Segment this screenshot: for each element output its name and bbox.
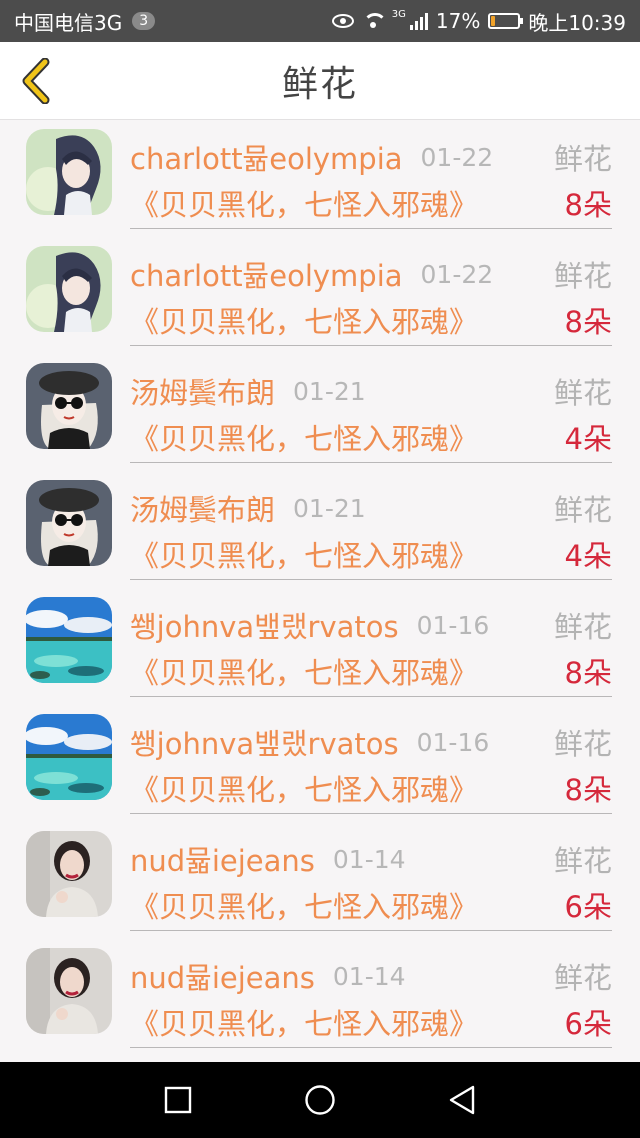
gift-record-row[interactable]: 쐥johnva뱊랬rvatos 01-16 鲜花《贝贝黑化，七怪入邪魂》 8朵 bbox=[0, 589, 640, 706]
book-title[interactable]: 《贝贝黑化，七怪入邪魂》 bbox=[130, 1001, 478, 1043]
gift-count: 4朵 bbox=[564, 539, 612, 573]
user-name[interactable]: nud뮯iejeans bbox=[130, 955, 315, 997]
user-name[interactable]: nud뮯iejeans bbox=[130, 838, 315, 880]
record-date: 01-21 bbox=[293, 376, 366, 406]
row-content: charlott뮮eolympia 01-22 鲜花《贝贝黑化，七怪入邪魂》 8朵 bbox=[130, 121, 612, 229]
user-name[interactable]: 쐥johnva뱊랬rvatos bbox=[130, 721, 399, 763]
gift-count: 4朵 bbox=[564, 422, 612, 456]
gift-record-row[interactable]: 쐥johnva뱊랬rvatos 01-16 鲜花《贝贝黑化，七怪入邪魂》 8朵 bbox=[0, 706, 640, 823]
gift-count: 8朵 bbox=[564, 656, 612, 690]
book-title[interactable]: 《贝贝黑化，七怪入邪魂》 bbox=[130, 650, 478, 692]
chevron-left-icon bbox=[22, 58, 50, 104]
header: 鲜花 bbox=[0, 42, 640, 120]
carrier-text: 中国电信3G bbox=[14, 10, 123, 35]
avatar[interactable] bbox=[26, 246, 112, 332]
row-content: 쐥johnva뱊랬rvatos 01-16 鲜花《贝贝黑化，七怪入邪魂》 8朵 bbox=[130, 589, 612, 697]
record-date: 01-14 bbox=[332, 961, 406, 991]
eye-icon bbox=[331, 14, 354, 28]
user-name[interactable]: 汤姆鬓布朗 bbox=[130, 370, 275, 412]
avatar[interactable] bbox=[26, 129, 112, 215]
network-label: 3G bbox=[391, 8, 406, 20]
gift-count: 6朵 bbox=[564, 890, 612, 924]
battery-percent: 17% bbox=[435, 9, 481, 33]
gift-type: 鲜花 bbox=[553, 727, 612, 761]
gift-record-row[interactable]: 汤姆鬓布朗 01-21 鲜花《贝贝黑化，七怪入邪魂》 4朵 bbox=[0, 472, 640, 589]
gift-type: 鲜花 bbox=[553, 844, 612, 878]
record-date: 01-16 bbox=[416, 727, 490, 757]
book-title[interactable]: 《贝贝黑化，七怪入邪魂》 bbox=[130, 533, 478, 575]
gift-list: charlott뮮eolympia 01-22 鲜花 《贝贝黑化，七怪入邪魂》 8朵 ch… bbox=[0, 121, 640, 1057]
row-content: charlott뮮eolympia 01-22 鲜花《贝贝黑化，七怪入邪魂》 8朵 bbox=[130, 238, 612, 346]
recent-apps-button[interactable] bbox=[107, 1062, 249, 1138]
signal-icon bbox=[409, 12, 428, 30]
gift-count: 8朵 bbox=[564, 305, 612, 339]
book-title[interactable]: 《贝贝黑化，七怪入邪魂》 bbox=[130, 767, 478, 809]
back-nav-button[interactable] bbox=[391, 1062, 533, 1138]
record-date: 01-14 bbox=[332, 844, 406, 874]
status-bar: 中国电信3G 3 3G 17% 晚上10:39 bbox=[0, 0, 640, 42]
gift-record-row[interactable]: charlott뮮eolympia 01-22 鲜花《贝贝黑化，七怪入邪魂》 8朵 bbox=[0, 238, 640, 355]
triangle-back-icon bbox=[449, 1085, 475, 1115]
gift-count: 6朵 bbox=[564, 1007, 612, 1041]
wifi-icon bbox=[362, 13, 387, 29]
row-content: nud뮯iejeans 01-14 鲜花《贝贝黑化，七怪入邪魂》 6朵 bbox=[130, 940, 612, 1048]
circle-icon bbox=[305, 1085, 335, 1115]
record-date: 01-16 bbox=[416, 610, 490, 640]
row-content: nud뮯iejeans 01-14 鲜花《贝贝黑化，七怪入邪魂》 6朵 bbox=[130, 823, 612, 931]
book-title[interactable]: 《贝贝黑化，七怪入邪魂》 bbox=[130, 416, 478, 458]
gift-record-row[interactable]: nud뮯iejeans 01-14 鲜花《贝贝黑化，七怪入邪魂》 6朵 bbox=[0, 823, 640, 940]
record-date: 01-22 bbox=[420, 259, 494, 289]
gift-count: 8朵 bbox=[564, 188, 612, 222]
gift-record-row[interactable]: 汤姆鬓布朗 01-21 鲜花《贝贝黑化，七怪入邪魂》 4朵 bbox=[0, 355, 640, 472]
book-title[interactable]: 《贝贝黑化，七怪入邪魂》 bbox=[130, 299, 478, 341]
navigation-bar bbox=[0, 1062, 640, 1138]
user-name[interactable]: 쐥johnva뱊랬rvatos bbox=[130, 604, 399, 646]
back-button[interactable] bbox=[14, 56, 58, 106]
gift-type: 鲜花 bbox=[553, 961, 612, 995]
record-date: 01-21 bbox=[293, 493, 366, 523]
user-name[interactable]: 汤姆鬓布朗 bbox=[130, 487, 275, 529]
gift-record-row[interactable]: nud뮯iejeans 01-14 鲜花《贝贝黑化，七怪入邪魂》 6朵 bbox=[0, 940, 640, 1057]
book-title[interactable]: 《贝贝黑化，七怪入邪魂》 bbox=[130, 884, 478, 926]
gift-record-row[interactable]: charlott뮮eolympia 01-22 鲜花《贝贝黑化，七怪入邪魂》 8朵 bbox=[0, 121, 640, 238]
gift-type: 鲜花 bbox=[553, 376, 612, 410]
avatar[interactable] bbox=[26, 948, 112, 1034]
avatar[interactable] bbox=[26, 597, 112, 683]
record-date: 01-22 bbox=[420, 142, 494, 172]
home-button[interactable] bbox=[249, 1062, 391, 1138]
gift-type: 鲜花 bbox=[553, 259, 612, 293]
user-name[interactable]: charlott뮮eolympia bbox=[130, 136, 403, 178]
gift-type: 鲜花 bbox=[553, 142, 612, 176]
avatar[interactable] bbox=[26, 831, 112, 917]
avatar[interactable] bbox=[26, 363, 112, 449]
user-name[interactable]: charlott뮮eolympia bbox=[130, 253, 403, 295]
square-icon bbox=[164, 1086, 192, 1114]
page-title: 鲜花 bbox=[281, 63, 358, 105]
avatar[interactable] bbox=[26, 714, 112, 800]
clock-time: 晚上10:39 bbox=[528, 10, 626, 35]
gift-type: 鲜花 bbox=[553, 493, 612, 527]
row-content: 汤姆鬓布朗 01-21 鲜花《贝贝黑化，七怪入邪魂》 4朵 bbox=[130, 355, 612, 463]
sim-badge: 3 bbox=[132, 12, 156, 30]
gift-count: 8朵 bbox=[564, 773, 612, 807]
book-title[interactable]: 《贝贝黑化，七怪入邪魂》 bbox=[130, 182, 478, 224]
row-content: 쐥johnva뱊랬rvatos 01-16 鲜花《贝贝黑化，七怪入邪魂》 8朵 bbox=[130, 706, 612, 814]
gift-type: 鲜花 bbox=[553, 610, 612, 644]
avatar[interactable] bbox=[26, 480, 112, 566]
row-content: 汤姆鬓布朗 01-21 鲜花《贝贝黑化，七怪入邪魂》 4朵 bbox=[130, 472, 612, 580]
battery-icon bbox=[488, 13, 524, 29]
